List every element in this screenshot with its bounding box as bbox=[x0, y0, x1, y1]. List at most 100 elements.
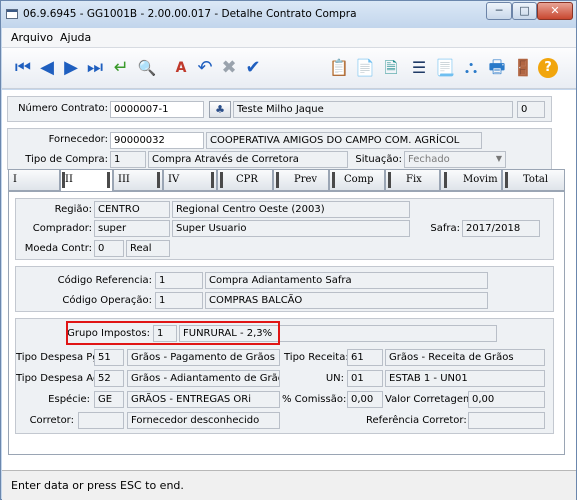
tab-iii[interactable]: III bbox=[113, 169, 163, 191]
corretor-field[interactable] bbox=[78, 412, 124, 429]
moeda-codigo-field[interactable]: 0 bbox=[94, 240, 124, 257]
lookup-people-button[interactable]: ♣ bbox=[209, 101, 231, 118]
situacao-label: Situação: bbox=[355, 154, 402, 165]
application-window: 06.9.6945 - GG1001B - 2.00.00.017 - Deta… bbox=[0, 0, 577, 500]
window-icon bbox=[6, 9, 18, 19]
tipo-despesa-pgto-desc-field[interactable]: Grãos - Pagamento de Grãos bbox=[127, 349, 280, 366]
search-icon[interactable]: 🔍 bbox=[136, 57, 158, 79]
close-button[interactable]: ✕ bbox=[537, 2, 573, 20]
menu-ajuda[interactable]: Ajuda bbox=[60, 31, 91, 44]
comprador-field[interactable]: super bbox=[94, 220, 170, 237]
tipo-compra-desc-field[interactable]: Compra Através de Corretora bbox=[148, 151, 348, 168]
regiao-label: Região: bbox=[54, 204, 92, 215]
comprador-desc-field[interactable]: Super Usuario bbox=[172, 220, 410, 237]
comissao-field[interactable]: 0,00 bbox=[347, 391, 383, 408]
especie-label: Espécie: bbox=[48, 394, 90, 405]
tipo-compra-label: Tipo de Compra: bbox=[25, 154, 108, 165]
next-record-icon[interactable]: ▶ bbox=[60, 57, 82, 79]
un-field[interactable]: 01 bbox=[347, 370, 383, 387]
maximize-button[interactable]: □ bbox=[512, 2, 537, 20]
tab-separator bbox=[62, 172, 65, 188]
tab-iv[interactable]: IV bbox=[163, 169, 217, 191]
codigo-operacao-field[interactable]: 1 bbox=[155, 292, 203, 309]
situacao-select[interactable]: Fechado ▼ bbox=[404, 151, 506, 168]
undo-icon[interactable]: ↶ bbox=[194, 57, 216, 79]
valor-corretagem-label: Valor Corretagem: bbox=[385, 394, 477, 405]
chevron-down-icon: ▼ bbox=[495, 154, 502, 163]
especie-desc-field[interactable]: GRÃOS - ENTREGAS ORi bbox=[127, 391, 280, 408]
safra-field[interactable]: 2017/2018 bbox=[462, 220, 540, 237]
tree-icon[interactable]: ⛬ bbox=[460, 57, 482, 79]
edit-icon[interactable]: A bbox=[170, 57, 192, 79]
first-record-icon[interactable]: ⏮ bbox=[12, 57, 34, 79]
tipo-receita-desc-field[interactable]: Grãos - Receita de Grãos bbox=[385, 349, 545, 366]
tipo-despesa-adto-desc-field[interactable]: Grãos - Adiantamento de Grãos bbox=[127, 370, 280, 387]
save-check-icon[interactable]: ✔ bbox=[242, 57, 264, 79]
un-label: UN: bbox=[325, 373, 344, 384]
valor-corretagem-field[interactable]: 0,00 bbox=[468, 391, 545, 408]
codigo-referencia-desc-field[interactable]: Compra Adiantamento Safra bbox=[205, 272, 488, 289]
last-record-icon[interactable]: ⏭ bbox=[84, 57, 106, 79]
fornecedor-nome-field[interactable]: COOPERATIVA AMIGOS DO CAMPO COM. AGRÍCOL bbox=[206, 132, 482, 149]
status-bar: Enter data or press ESC to end. bbox=[2, 470, 576, 500]
tab-separator bbox=[107, 172, 110, 188]
tab-separator bbox=[444, 172, 447, 188]
tab-i[interactable]: I bbox=[8, 169, 60, 191]
toolbar: ⏮ ◀ ▶ ⏭ ↵ 🔍 A ↶ ✖ ✔ 📋 📄 🗎 ☰ 📃 ⛬ 🖶 🚪 ? bbox=[2, 48, 576, 89]
form-area: Número Contrato: 0000007-1 ♣ Teste Milho… bbox=[2, 90, 576, 470]
contrato-seq-field[interactable]: 0 bbox=[517, 101, 545, 118]
regiao-desc-field[interactable]: Regional Centro Oeste (2003) bbox=[172, 201, 410, 218]
tab-bar: I II III IV CPR Prev Comp Fix Movim Tota… bbox=[8, 169, 565, 192]
menu-arquivo[interactable]: Arquivo bbox=[11, 31, 53, 44]
fornecedor-codigo-field[interactable]: 90000032 bbox=[110, 132, 204, 149]
minimize-button[interactable]: ─ bbox=[486, 2, 512, 20]
print-icon[interactable]: 🖶 bbox=[486, 57, 508, 79]
highlight-box bbox=[66, 321, 280, 345]
exit-icon[interactable]: 🚪 bbox=[512, 57, 534, 79]
delete-icon[interactable]: ✖ bbox=[218, 57, 240, 79]
contract-header-panel: Número Contrato: 0000007-1 ♣ Teste Milho… bbox=[7, 96, 552, 122]
tab-prev[interactable]: Prev bbox=[273, 169, 329, 191]
previous-record-icon[interactable]: ◀ bbox=[36, 57, 58, 79]
situacao-value: Fechado bbox=[408, 154, 450, 165]
un-desc-field[interactable]: ESTAB 1 - UN01 bbox=[385, 370, 545, 387]
comissao-label: % Comissão: bbox=[282, 394, 347, 405]
tab-separator bbox=[276, 172, 279, 188]
numero-contrato-field[interactable]: 0000007-1 bbox=[110, 101, 204, 118]
moeda-desc-field[interactable]: Real bbox=[126, 240, 170, 257]
tipo-despesa-adto-field[interactable]: 52 bbox=[94, 370, 124, 387]
especie-field[interactable]: GE bbox=[94, 391, 124, 408]
help-icon[interactable]: ? bbox=[538, 58, 558, 78]
status-message: Enter data or press ESC to end. bbox=[11, 479, 184, 492]
copy-icon[interactable]: 📋 bbox=[328, 57, 350, 79]
regiao-codigo-field[interactable]: CENTRO bbox=[94, 201, 170, 218]
tab-cpr[interactable]: CPR bbox=[217, 169, 273, 191]
tab-fix[interactable]: Fix bbox=[385, 169, 440, 191]
referencia-corretor-field[interactable] bbox=[468, 412, 545, 429]
window-title: 06.9.6945 - GG1001B - 2.00.00.017 - Deta… bbox=[23, 8, 357, 20]
codigo-operacao-desc-field[interactable]: COMPRAS BALCÃO bbox=[205, 292, 488, 309]
goto-icon[interactable]: ↵ bbox=[110, 57, 132, 79]
tab-separator bbox=[157, 172, 160, 188]
list-icon[interactable]: ☰ bbox=[408, 57, 430, 79]
tab-comp[interactable]: Comp bbox=[329, 169, 385, 191]
tipo-despesa-pgto-field[interactable]: 51 bbox=[94, 349, 124, 366]
contrato-descricao-field[interactable]: Teste Milho Jaque bbox=[233, 101, 513, 118]
region-panel: Região: CENTRO Regional Centro Oeste (20… bbox=[15, 198, 554, 260]
tab-movim[interactable]: Movim bbox=[440, 169, 502, 191]
notes-icon[interactable]: 📄 bbox=[354, 57, 376, 79]
tipo-receita-field[interactable]: 61 bbox=[347, 349, 383, 366]
codigo-referencia-field[interactable]: 1 bbox=[155, 272, 203, 289]
tipo-compra-codigo-field[interactable]: 1 bbox=[110, 151, 146, 168]
tipo-receita-label: Tipo Receita: bbox=[284, 352, 349, 363]
new-document-icon[interactable]: 🗎 bbox=[380, 57, 402, 79]
moeda-label: Moeda Contr: bbox=[24, 243, 92, 254]
referencia-corretor-label: Referência Corretor: bbox=[366, 415, 467, 426]
tipo-despesa-pgto-label: Tipo Despesa Pgto: bbox=[16, 352, 113, 363]
comprador-label: Comprador: bbox=[32, 223, 92, 234]
tab-total[interactable]: Total bbox=[502, 169, 565, 191]
tab-ii[interactable]: II bbox=[60, 169, 113, 192]
document-icon[interactable]: 📃 bbox=[434, 57, 456, 79]
corretor-desc-field[interactable]: Fornecedor desconhecido bbox=[127, 412, 280, 429]
codigo-referencia-label: Código Referencia: bbox=[57, 275, 152, 286]
